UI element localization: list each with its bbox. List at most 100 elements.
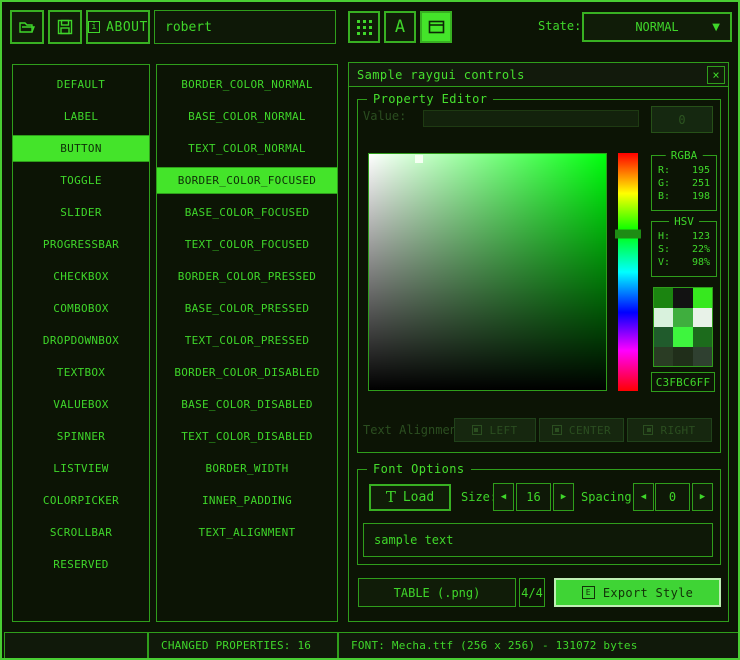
- color-swatch[interactable]: [693, 327, 712, 347]
- spacing-value-box[interactable]: 0: [655, 483, 690, 511]
- style-color-swatch-grid: [653, 287, 713, 367]
- property-item-border-width[interactable]: BORDER_WIDTH: [157, 455, 337, 482]
- control-item-reserved[interactable]: RESERVED: [13, 551, 149, 578]
- window-icon: [428, 20, 445, 34]
- value-number-box[interactable]: 0: [651, 106, 713, 133]
- property-item-border-color-pressed[interactable]: BORDER_COLOR_PRESSED: [157, 263, 337, 290]
- export-style-button[interactable]: E Export Style: [554, 578, 721, 607]
- control-item-progressbar[interactable]: PROGRESSBAR: [13, 231, 149, 258]
- color-saturation-value-panel[interactable]: [368, 153, 607, 391]
- arrow-left-icon: ◀: [641, 492, 646, 502]
- size-increase-button[interactable]: ▶: [553, 483, 574, 511]
- control-item-colorpicker[interactable]: COLORPICKER: [13, 487, 149, 514]
- control-item-button[interactable]: BUTTON: [13, 135, 149, 162]
- value-slider[interactable]: [423, 110, 639, 127]
- s-value: 22%: [692, 244, 710, 255]
- export-format-pager[interactable]: 4/4: [519, 578, 545, 607]
- property-item-text-alignment[interactable]: TEXT_ALIGNMENT: [157, 519, 337, 546]
- load-font-label: Load: [403, 490, 434, 505]
- control-item-textbox[interactable]: TEXTBOX: [13, 359, 149, 386]
- r-label: R:: [658, 165, 670, 176]
- control-item-combobox[interactable]: COMBOBOX: [13, 295, 149, 322]
- export-format-combobox[interactable]: TABLE (.png): [358, 578, 516, 607]
- size-value-box[interactable]: 16: [516, 483, 551, 511]
- property-item-base-color-normal[interactable]: BASE_COLOR_NORMAL: [157, 103, 337, 130]
- export-file-icon: E: [582, 586, 595, 599]
- s-label: S:: [658, 244, 670, 255]
- color-swatch[interactable]: [693, 288, 712, 308]
- window-close-button[interactable]: ×: [707, 66, 725, 84]
- color-swatch[interactable]: [693, 347, 712, 367]
- color-swatch[interactable]: [673, 308, 692, 328]
- control-item-toggle[interactable]: TOGGLE: [13, 167, 149, 194]
- rgba-title: RGBA: [666, 149, 703, 162]
- property-item-text-color-pressed[interactable]: TEXT_COLOR_PRESSED: [157, 327, 337, 354]
- property-item-base-color-pressed[interactable]: BASE_COLOR_PRESSED: [157, 295, 337, 322]
- property-item-text-color-normal[interactable]: TEXT_COLOR_NORMAL: [157, 135, 337, 162]
- property-item-border-color-disabled[interactable]: BORDER_COLOR_DISABLED: [157, 359, 337, 386]
- open-file-button[interactable]: [10, 10, 44, 44]
- color-swatch[interactable]: [693, 308, 712, 328]
- color-swatch[interactable]: [654, 327, 673, 347]
- property-item-text-color-focused[interactable]: TEXT_COLOR_FOCUSED: [157, 231, 337, 258]
- save-style-button[interactable]: [48, 10, 82, 44]
- property-item-inner-padding[interactable]: INNER_PADDING: [157, 487, 337, 514]
- b-value: 198: [692, 191, 710, 202]
- sample-text-value: sample text: [374, 533, 453, 547]
- property-item-base-color-focused[interactable]: BASE_COLOR_FOCUSED: [157, 199, 337, 226]
- chevron-down-icon: ▼: [712, 22, 720, 33]
- grid-icon: [357, 20, 372, 35]
- property-item-text-color-disabled[interactable]: TEXT_COLOR_DISABLED: [157, 423, 337, 450]
- sample-text-input[interactable]: sample text: [363, 523, 713, 557]
- about-button[interactable]: i ABOUT: [86, 10, 150, 44]
- window-view-toggle-button[interactable]: [420, 11, 452, 43]
- align-left-button[interactable]: LEFT: [454, 418, 536, 442]
- color-swatch[interactable]: [673, 288, 692, 308]
- align-center-button[interactable]: CENTER: [539, 418, 624, 442]
- window-titlebar[interactable]: Sample raygui controls: [349, 63, 728, 87]
- control-item-label[interactable]: LABEL: [13, 103, 149, 130]
- size-label: Size:: [461, 490, 497, 504]
- control-item-valuebox[interactable]: VALUEBOX: [13, 391, 149, 418]
- control-item-dropdownbox[interactable]: DROPDOWNBOX: [13, 327, 149, 354]
- hue-slider-handle[interactable]: [615, 229, 641, 238]
- color-swatch[interactable]: [654, 308, 673, 328]
- color-swatch[interactable]: [673, 347, 692, 367]
- grid-view-toggle-button[interactable]: [348, 11, 380, 43]
- hex-color-input[interactable]: C3FBC6FF: [651, 372, 715, 392]
- align-center-icon: [552, 425, 562, 435]
- control-item-default[interactable]: DEFAULT: [13, 71, 149, 98]
- font-options-group-label: Font Options: [367, 462, 471, 476]
- rgba-row-r: R: 195: [658, 165, 710, 176]
- align-right-button[interactable]: RIGHT: [627, 418, 712, 442]
- load-font-button[interactable]: T Load: [369, 484, 451, 511]
- size-value: 16: [526, 490, 540, 504]
- size-decrease-button[interactable]: ◀: [493, 483, 514, 511]
- color-swatch[interactable]: [654, 288, 673, 308]
- info-icon: i: [88, 21, 100, 33]
- control-item-scrollbar[interactable]: SCROLLBAR: [13, 519, 149, 546]
- font-view-toggle-button[interactable]: A: [384, 11, 416, 43]
- control-item-slider[interactable]: SLIDER: [13, 199, 149, 226]
- style-name-input[interactable]: [154, 10, 336, 44]
- property-item-border-color-focused[interactable]: BORDER_COLOR_FOCUSED: [157, 167, 337, 194]
- rgba-row-g: G: 251: [658, 178, 710, 189]
- window-title: Sample raygui controls: [349, 68, 525, 82]
- close-icon: ×: [712, 68, 719, 82]
- property-item-base-color-disabled[interactable]: BASE_COLOR_DISABLED: [157, 391, 337, 418]
- property-item-border-color-normal[interactable]: BORDER_COLOR_NORMAL: [157, 71, 337, 98]
- spacing-decrease-button[interactable]: ◀: [633, 483, 654, 511]
- text-alignment-label: Text Alignment:: [363, 423, 456, 437]
- h-label: H:: [658, 231, 670, 242]
- spacing-increase-button[interactable]: ▶: [692, 483, 713, 511]
- control-item-listview[interactable]: LISTVIEW: [13, 455, 149, 482]
- state-dropdown[interactable]: NORMAL ▼: [582, 12, 732, 42]
- control-item-checkbox[interactable]: CHECKBOX: [13, 263, 149, 290]
- hue-slider-bar[interactable]: [618, 153, 638, 391]
- control-item-spinner[interactable]: SPINNER: [13, 423, 149, 450]
- color-swatch[interactable]: [654, 347, 673, 367]
- color-picker-cursor[interactable]: [415, 155, 423, 163]
- color-swatch[interactable]: [673, 327, 692, 347]
- g-label: G:: [658, 178, 670, 189]
- hsv-row-s: S: 22%: [658, 244, 710, 255]
